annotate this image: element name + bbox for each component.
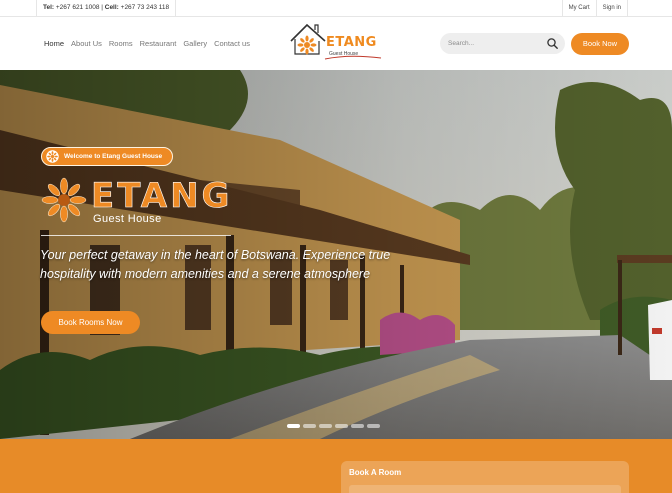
main-nav: Home About Us Rooms Restaurant Gallery C…	[44, 39, 250, 48]
booking-title: Book A Room	[349, 468, 402, 477]
sun-flower-icon	[46, 150, 59, 163]
welcome-text: Welcome to Etang Guest House	[64, 153, 163, 160]
slider-dot[interactable]	[335, 424, 348, 428]
slider-dot[interactable]	[287, 424, 300, 428]
slider-dot[interactable]	[351, 424, 364, 428]
hero-tagline: Your perfect getaway in the heart of Bot…	[40, 248, 391, 281]
contact-info: Tel: +267 621 1008 | Cell: +267 73 243 1…	[36, 0, 177, 16]
sunflower-logo-icon	[41, 177, 87, 223]
cell-label: Cell:	[104, 4, 119, 11]
nav-restaurant[interactable]: Restaurant	[140, 39, 177, 48]
search-input[interactable]	[448, 37, 538, 50]
booking-form-row[interactable]	[349, 485, 621, 493]
slider-dot[interactable]	[303, 424, 316, 428]
hero-brand: ETANG	[91, 176, 233, 217]
search-icon[interactable]	[546, 37, 559, 50]
site-header: Home About Us Rooms Restaurant Gallery C…	[0, 17, 672, 70]
top-bar: Tel: +267 621 1008 | Cell: +267 73 243 1…	[0, 0, 672, 17]
my-cart-link[interactable]: My Cart	[561, 0, 596, 16]
logo-brand: ETANG	[326, 35, 377, 50]
account-links: My Cart Sign in	[561, 0, 628, 16]
sign-in-link[interactable]: Sign in	[595, 0, 628, 16]
search-box	[440, 33, 565, 54]
nav-contact-us[interactable]: Contact us	[214, 39, 250, 48]
hero-slider: Welcome to Etang Guest House ETANG Guest…	[0, 70, 672, 439]
nav-home[interactable]: Home	[44, 39, 64, 48]
slider-dot[interactable]	[367, 424, 380, 428]
slider-dot[interactable]	[319, 424, 332, 428]
nav-gallery[interactable]: Gallery	[183, 39, 207, 48]
hero-logo: ETANG Guest House	[40, 174, 240, 230]
nav-rooms[interactable]: Rooms	[109, 39, 133, 48]
welcome-badge: Welcome to Etang Guest House	[41, 147, 174, 166]
hero-divider	[41, 235, 231, 236]
nav-about-us[interactable]: About Us	[71, 39, 102, 48]
cell-value: +267 73 243 118	[118, 4, 170, 11]
book-rooms-now-button[interactable]: Book Rooms Now	[41, 311, 140, 334]
hero-brand-sub: Guest House	[93, 213, 162, 225]
logo-tagline: Guest House	[329, 51, 359, 57]
tel-label: Tel:	[43, 4, 55, 11]
site-logo[interactable]: ETANG Guest House	[289, 21, 385, 61]
slider-dots	[287, 424, 380, 428]
tel-value: +267 621 1008 |	[54, 4, 105, 11]
booking-widget: Book A Room	[341, 461, 629, 493]
book-now-button[interactable]: Book Now	[571, 33, 629, 55]
booking-section: Book A Room	[0, 439, 672, 493]
